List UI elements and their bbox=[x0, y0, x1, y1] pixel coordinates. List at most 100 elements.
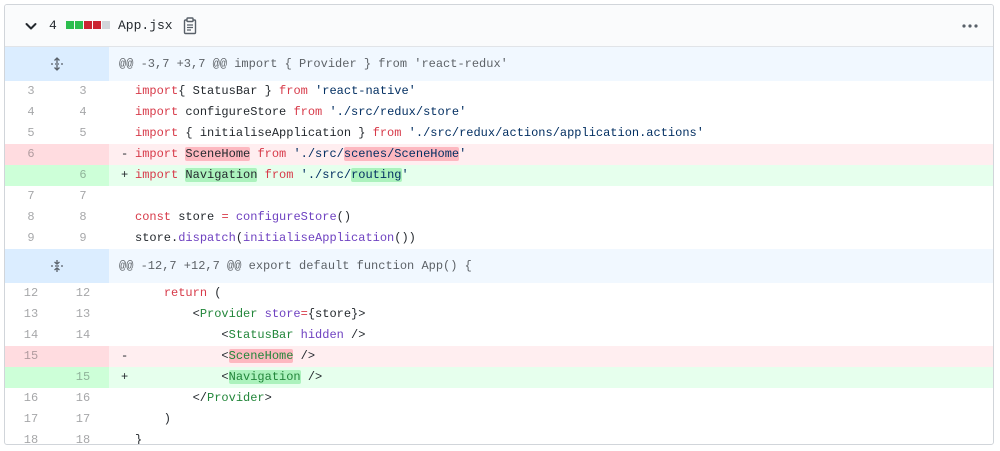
context-line: 77 bbox=[5, 186, 993, 207]
kebab-horizontal-icon[interactable] bbox=[961, 18, 979, 34]
new-line-number[interactable]: 17 bbox=[57, 409, 109, 430]
hunk-header-text: @@ -12,7 +12,7 @@ export default functio… bbox=[119, 259, 472, 273]
old-line-number[interactable]: 17 bbox=[5, 409, 57, 430]
old-line-number[interactable]: 18 bbox=[5, 430, 57, 444]
diff-sign: + bbox=[121, 168, 129, 182]
hunk-header: @@ -12,7 +12,7 @@ export default functio… bbox=[5, 249, 993, 283]
file-name-link[interactable]: App.jsx bbox=[118, 18, 173, 34]
code-token: from bbox=[257, 147, 287, 161]
new-line-number[interactable]: 7 bbox=[57, 186, 109, 207]
old-line-number[interactable]: 9 bbox=[5, 228, 57, 249]
code-token: StatusBar bbox=[228, 328, 294, 342]
file-header: 4 App.jsx bbox=[5, 5, 993, 47]
unfold-icon[interactable] bbox=[5, 249, 109, 283]
code-text: return ( bbox=[109, 283, 993, 304]
old-line-number[interactable]: 13 bbox=[5, 304, 57, 325]
old-line-number[interactable]: 3 bbox=[5, 81, 57, 102]
clipboard-icon[interactable] bbox=[183, 17, 197, 35]
code-token: 'react-native' bbox=[315, 84, 416, 98]
new-line-number[interactable] bbox=[57, 346, 109, 367]
code-token: routing bbox=[351, 168, 402, 182]
code-token: Navigation bbox=[185, 168, 258, 182]
code-token: import bbox=[135, 84, 179, 98]
code-token: </ bbox=[135, 391, 208, 405]
new-line-number[interactable]: 13 bbox=[57, 304, 109, 325]
new-line-number[interactable]: 15 bbox=[57, 367, 109, 388]
code-token: './src/ bbox=[293, 147, 344, 161]
code-token: { initialiseApplication } bbox=[178, 126, 373, 140]
unfold-up-icon[interactable] bbox=[5, 47, 109, 81]
context-line: 18 18} bbox=[5, 430, 993, 444]
deleted-line: 15 - <SceneHome /> bbox=[5, 346, 993, 367]
context-line: 14 14 <StatusBar hidden /> bbox=[5, 325, 993, 346]
diff-sign: + bbox=[121, 370, 129, 384]
code-token: from bbox=[293, 105, 323, 119]
added-line: 6 + import Navigation from './src/routing' bbox=[5, 165, 993, 186]
new-line-number[interactable]: 16 bbox=[57, 388, 109, 409]
code-token: hidden bbox=[300, 328, 344, 342]
old-line-number[interactable]: 16 bbox=[5, 388, 57, 409]
context-line: 12 12 return ( bbox=[5, 283, 993, 304]
code-token: > bbox=[264, 391, 272, 405]
code-token: import bbox=[135, 105, 179, 119]
old-line-number[interactable]: 4 bbox=[5, 102, 57, 123]
code-token: ( bbox=[235, 231, 244, 245]
hunk-header-text: @@ -3,7 +3,7 @@ import { Provider } from… bbox=[119, 57, 508, 71]
changes-count: 4 bbox=[49, 18, 57, 33]
added-line: 15 + <Navigation /> bbox=[5, 367, 993, 388]
new-line-number[interactable]: 14 bbox=[57, 325, 109, 346]
code-token: Provider bbox=[199, 307, 258, 321]
new-line-number[interactable]: 12 bbox=[57, 283, 109, 304]
code-token: return bbox=[163, 286, 208, 300]
old-line-number[interactable]: 5 bbox=[5, 123, 57, 144]
context-line: 13 13 <Provider store={store}> bbox=[5, 304, 993, 325]
old-line-number[interactable]: 12 bbox=[5, 283, 57, 304]
context-line: 8 8 const store = configureStore() bbox=[5, 207, 993, 228]
code-token: SceneHome bbox=[228, 349, 294, 363]
code-token: './src/redux/store' bbox=[329, 105, 467, 119]
context-line: 3 3 import{ StatusBar } from 'react-native… bbox=[5, 81, 993, 102]
new-line-number[interactable]: 18 bbox=[57, 430, 109, 444]
code-text: - <SceneHome /> bbox=[109, 346, 993, 367]
code-text: + <Navigation /> bbox=[109, 367, 993, 388]
context-line: 16 16 </Provider> bbox=[5, 388, 993, 409]
new-line-number[interactable]: 8 bbox=[57, 207, 109, 228]
new-line-number[interactable]: 9 bbox=[57, 228, 109, 249]
code-text: import{ StatusBar } from 'react-native' bbox=[109, 81, 993, 102]
code-token: () bbox=[336, 210, 352, 224]
old-line-number[interactable]: 15 bbox=[5, 346, 57, 367]
old-line-number[interactable]: 14 bbox=[5, 325, 57, 346]
code-token: './src/redux/actions/application.actions… bbox=[408, 126, 704, 140]
old-line-number[interactable]: 7 bbox=[5, 186, 57, 207]
code-token: Navigation bbox=[228, 370, 301, 384]
context-line: 4 4 import configureStore from './src/redu… bbox=[5, 102, 993, 123]
chevron-down-icon[interactable] bbox=[23, 18, 39, 34]
diffstat-square bbox=[102, 21, 110, 29]
new-line-number[interactable] bbox=[57, 144, 109, 165]
code-token: store bbox=[171, 210, 222, 224]
old-line-number[interactable]: 6 bbox=[5, 144, 57, 165]
code-token: = bbox=[221, 210, 229, 224]
code-token: store bbox=[264, 307, 301, 321]
old-line-number[interactable] bbox=[5, 367, 57, 388]
new-line-number[interactable]: 5 bbox=[57, 123, 109, 144]
diffstat-square bbox=[93, 21, 101, 29]
new-line-number[interactable]: 4 bbox=[57, 102, 109, 123]
code-token: < bbox=[135, 328, 229, 342]
code-text: import configureStore from './src/redux/… bbox=[109, 102, 993, 123]
code-text: <StatusBar hidden /> bbox=[109, 325, 993, 346]
new-line-number[interactable]: 3 bbox=[57, 81, 109, 102]
old-line-number[interactable] bbox=[5, 165, 57, 186]
old-line-number[interactable]: 8 bbox=[5, 207, 57, 228]
code-text: </Provider> bbox=[109, 388, 993, 409]
code-token: from bbox=[279, 84, 308, 98]
code-token: './src/ bbox=[300, 168, 352, 182]
code-token: import bbox=[135, 126, 179, 140]
new-line-number[interactable]: 6 bbox=[57, 165, 109, 186]
code-token: dispatch bbox=[178, 231, 236, 245]
context-line: 17 17 ) bbox=[5, 409, 993, 430]
